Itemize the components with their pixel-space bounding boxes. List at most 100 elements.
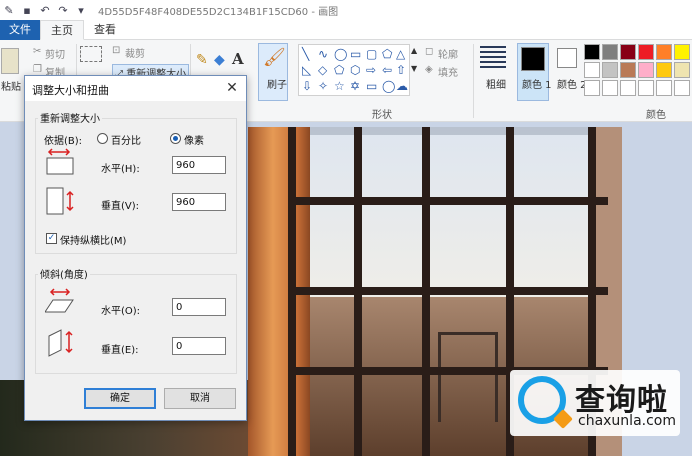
skew-horizontal-label: 水平(O): bbox=[101, 306, 141, 317]
curve-shape-icon[interactable]: ∿ bbox=[318, 48, 328, 60]
palette-swatch[interactable] bbox=[620, 44, 636, 60]
palette-swatch[interactable] bbox=[656, 62, 672, 78]
tab-home[interactable]: 主页 bbox=[40, 20, 84, 40]
color-palette bbox=[584, 44, 691, 97]
shapes-scroll-up-icon[interactable]: ▲ bbox=[411, 46, 417, 55]
cut-icon[interactable]: ✂ bbox=[33, 46, 41, 57]
percent-radio[interactable] bbox=[97, 133, 108, 144]
app-icon: ✎ bbox=[4, 3, 14, 17]
palette-swatch[interactable] bbox=[602, 62, 618, 78]
palette-swatch[interactable] bbox=[584, 80, 600, 96]
palette-swatch[interactable] bbox=[584, 62, 600, 78]
pixels-label[interactable]: 像素 bbox=[184, 132, 204, 147]
color1-swatch bbox=[521, 47, 545, 71]
palette-swatch[interactable] bbox=[620, 80, 636, 96]
size-button[interactable]: 粗细 bbox=[486, 76, 506, 91]
skew-group-label: 倾斜(角度) bbox=[38, 266, 90, 281]
customize-quick-access-icon[interactable]: ▾ bbox=[74, 3, 88, 17]
line-shape-icon[interactable]: ╲ bbox=[302, 48, 309, 60]
color2-label[interactable]: 颜色 2 bbox=[557, 76, 587, 91]
colors-group-label: 颜色 bbox=[646, 110, 666, 121]
four-point-star-icon[interactable]: ✧ bbox=[318, 80, 328, 92]
skew-vertical-input[interactable] bbox=[172, 337, 226, 355]
crop-icon[interactable]: ⊡ bbox=[112, 45, 120, 56]
right-arrow-icon[interactable]: ⇨ bbox=[366, 64, 376, 76]
dialog-titlebar[interactable]: 调整大小和扭曲 ✕ bbox=[25, 76, 246, 101]
callout-oval-icon[interactable]: ◯ bbox=[382, 80, 395, 92]
palette-swatch[interactable] bbox=[638, 62, 654, 78]
diamond-shape-icon[interactable]: ◇ bbox=[318, 64, 327, 76]
hexagon-shape-icon[interactable]: ⬡ bbox=[350, 64, 360, 76]
watermark-url: chaxunla.com bbox=[578, 413, 676, 429]
percent-label[interactable]: 百分比 bbox=[111, 132, 141, 147]
resize-skew-dialog: 调整大小和扭曲 ✕ 重新调整大小 依据(B): 百分比 像素 水平(H): 垂直… bbox=[24, 75, 247, 421]
tab-file[interactable]: 文件 bbox=[0, 20, 40, 40]
window-title: 4D55D5F48F408DE55D2C134B1F15CD60 - 画图 bbox=[98, 6, 339, 18]
pentagon-shape-icon[interactable]: ⬠ bbox=[334, 64, 344, 76]
crop-button[interactable]: 裁剪 bbox=[125, 45, 145, 60]
tab-view[interactable]: 查看 bbox=[84, 20, 126, 40]
photo-sky bbox=[296, 135, 596, 305]
palette-swatch[interactable] bbox=[656, 80, 672, 96]
pencil-icon[interactable]: ✎ bbox=[196, 52, 208, 68]
keep-ratio-checkbox[interactable]: ✓ bbox=[46, 233, 57, 244]
ribbon-separator bbox=[473, 44, 474, 118]
undo-icon[interactable]: ↶ bbox=[38, 3, 52, 17]
color2-swatch[interactable] bbox=[557, 48, 577, 68]
watermark-logo-icon bbox=[518, 376, 566, 424]
redo-icon[interactable]: ↷ bbox=[56, 3, 70, 17]
skew-horizontal-icon bbox=[44, 288, 75, 319]
callout-rect-icon[interactable]: ▭ bbox=[366, 80, 377, 92]
photo-bridge bbox=[438, 332, 498, 422]
palette-swatch[interactable] bbox=[602, 44, 618, 60]
copy-icon[interactable]: ❐ bbox=[33, 64, 42, 75]
palette-swatch[interactable] bbox=[656, 44, 672, 60]
pixels-radio[interactable] bbox=[170, 133, 181, 144]
paste-button[interactable]: 粘贴 bbox=[1, 78, 21, 93]
oval-shape-icon[interactable]: ◯ bbox=[334, 48, 347, 60]
polygon-shape-icon[interactable]: ⬠ bbox=[382, 48, 392, 60]
rectangle-shape-icon[interactable]: ▭ bbox=[350, 48, 361, 60]
by-label: 依据(B): bbox=[44, 136, 83, 147]
palette-swatch[interactable] bbox=[674, 62, 690, 78]
fill-icon[interactable]: ◈ bbox=[425, 64, 433, 75]
cancel-button[interactable]: 取消 bbox=[164, 388, 236, 409]
size-icon[interactable] bbox=[480, 46, 506, 70]
ok-button[interactable]: 确定 bbox=[84, 388, 156, 409]
up-arrow-icon[interactable]: ⇧ bbox=[396, 64, 406, 76]
palette-swatch[interactable] bbox=[638, 44, 654, 60]
text-tool-icon[interactable]: A bbox=[232, 50, 244, 68]
select-icon[interactable] bbox=[80, 46, 102, 62]
down-arrow-icon[interactable]: ⇩ bbox=[302, 80, 312, 92]
outline-icon[interactable]: ◻ bbox=[425, 46, 433, 57]
palette-swatch[interactable] bbox=[620, 62, 636, 78]
five-point-star-icon[interactable]: ☆ bbox=[334, 80, 345, 92]
left-arrow-icon[interactable]: ⇦ bbox=[382, 64, 392, 76]
palette-swatch[interactable] bbox=[674, 80, 690, 96]
palette-swatch[interactable] bbox=[638, 80, 654, 96]
cut-button[interactable]: 剪切 bbox=[45, 46, 65, 61]
vertical-input[interactable] bbox=[172, 193, 226, 211]
resize-vertical-icon bbox=[45, 186, 75, 221]
dialog-title: 调整大小和扭曲 bbox=[32, 84, 109, 97]
fill-button[interactable]: 填充 bbox=[438, 64, 458, 79]
shapes-group-label: 形状 bbox=[372, 110, 392, 121]
skew-horizontal-input[interactable] bbox=[172, 298, 226, 316]
paste-icon[interactable] bbox=[1, 48, 19, 74]
six-point-star-icon[interactable]: ✡ bbox=[350, 80, 360, 92]
keep-ratio-label[interactable]: 保持纵横比(M) bbox=[60, 232, 126, 247]
save-icon[interactable]: ▪ bbox=[20, 3, 34, 17]
close-icon[interactable]: ✕ bbox=[224, 80, 240, 96]
triangle-shape-icon[interactable]: △ bbox=[396, 48, 405, 60]
horizontal-input[interactable] bbox=[172, 156, 226, 174]
shapes-scroll-down-icon[interactable]: ▼ bbox=[411, 64, 417, 73]
palette-swatch[interactable] bbox=[584, 44, 600, 60]
palette-swatch[interactable] bbox=[674, 44, 690, 60]
right-triangle-icon[interactable]: ◺ bbox=[302, 64, 311, 76]
rounded-rectangle-icon[interactable]: ▢ bbox=[366, 48, 377, 60]
palette-swatch[interactable] bbox=[602, 80, 618, 96]
skew-vertical-icon bbox=[47, 328, 77, 363]
callout-cloud-icon[interactable]: ☁ bbox=[396, 80, 408, 92]
outline-button[interactable]: 轮廓 bbox=[438, 46, 458, 61]
fill-bucket-icon[interactable]: ◆ bbox=[214, 52, 225, 68]
